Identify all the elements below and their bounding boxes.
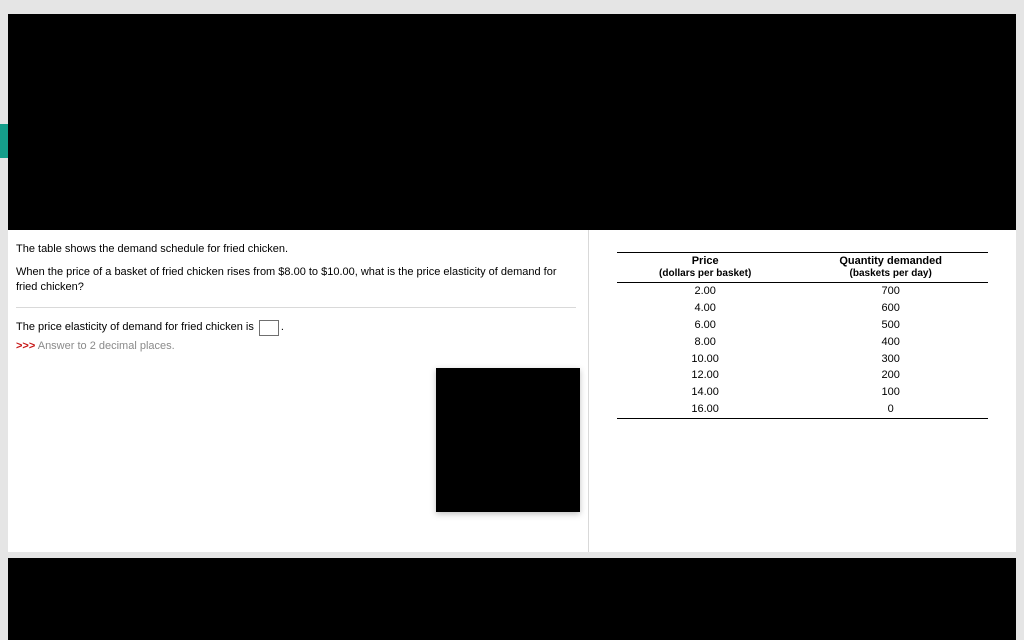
header-price-title: Price bbox=[692, 255, 719, 267]
floating-redacted-region bbox=[436, 368, 580, 512]
table-row: 12.00200 bbox=[617, 367, 988, 384]
table-row: 4.00600 bbox=[617, 300, 988, 317]
answer-hint: >>> Answer to 2 decimal places. bbox=[16, 340, 576, 352]
cell-price: 16.00 bbox=[617, 401, 793, 418]
table-row: 14.00100 bbox=[617, 384, 988, 401]
cell-qty: 0 bbox=[793, 401, 988, 418]
top-redacted-region bbox=[8, 14, 1016, 230]
cell-qty: 200 bbox=[793, 367, 988, 384]
cell-price: 8.00 bbox=[617, 334, 793, 351]
demand-table: Price (dollars per basket) Quantity dema… bbox=[617, 252, 988, 419]
cell-price: 6.00 bbox=[617, 317, 793, 334]
cell-price: 10.00 bbox=[617, 351, 793, 368]
header-qty-title: Quantity demanded bbox=[839, 255, 942, 267]
answer-line: The price elasticity of demand for fried… bbox=[16, 320, 576, 335]
answer-suffix: . bbox=[281, 321, 284, 333]
table-body: 2.00700 4.00600 6.00500 8.00400 10.00300… bbox=[617, 283, 988, 419]
answer-prefix: The price elasticity of demand for fried… bbox=[16, 321, 257, 333]
answer-input[interactable] bbox=[259, 320, 279, 336]
header-qty: Quantity demanded (baskets per day) bbox=[793, 253, 988, 283]
cell-qty: 300 bbox=[793, 351, 988, 368]
cell-price: 4.00 bbox=[617, 300, 793, 317]
cell-qty: 400 bbox=[793, 334, 988, 351]
hint-text: Answer to 2 decimal places. bbox=[35, 340, 174, 352]
table-header-row: Price (dollars per basket) Quantity dema… bbox=[617, 253, 988, 283]
header-price-sub: (dollars per basket) bbox=[621, 268, 789, 280]
table-row: 16.000 bbox=[617, 401, 988, 418]
cell-qty: 600 bbox=[793, 300, 988, 317]
table-row: 6.00500 bbox=[617, 317, 988, 334]
question-prompt: When the price of a basket of fried chic… bbox=[16, 265, 576, 308]
table-column: Price (dollars per basket) Quantity dema… bbox=[589, 230, 1016, 552]
table-row: 10.00300 bbox=[617, 351, 988, 368]
cell-qty: 700 bbox=[793, 283, 988, 300]
hint-prefix: >>> bbox=[16, 340, 35, 352]
cell-price: 12.00 bbox=[617, 367, 793, 384]
table-row: 2.00700 bbox=[617, 283, 988, 300]
cell-price: 14.00 bbox=[617, 384, 793, 401]
cell-qty: 100 bbox=[793, 384, 988, 401]
cell-price: 2.00 bbox=[617, 283, 793, 300]
header-qty-sub: (baskets per day) bbox=[797, 268, 984, 280]
cell-qty: 500 bbox=[793, 317, 988, 334]
page: The table shows the demand schedule for … bbox=[0, 0, 1024, 640]
question-intro: The table shows the demand schedule for … bbox=[16, 242, 576, 257]
header-price: Price (dollars per basket) bbox=[617, 253, 793, 283]
bottom-redacted-region bbox=[8, 558, 1016, 640]
table-row: 8.00400 bbox=[617, 334, 988, 351]
